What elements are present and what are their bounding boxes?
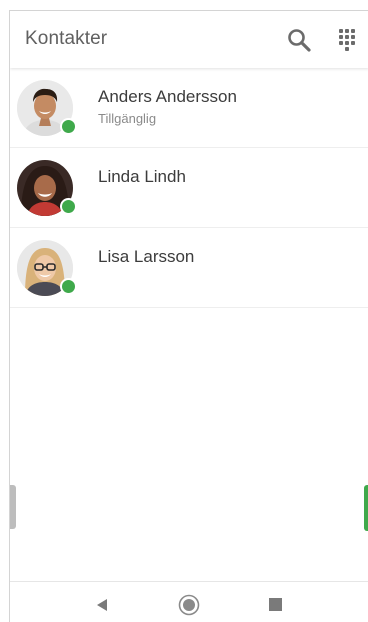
contact-name: Lisa Larsson: [98, 247, 195, 266]
dialpad-icon[interactable]: [335, 28, 359, 52]
contact-row-linda[interactable]: Linda Lindh: [10, 148, 368, 228]
right-edge-handle[interactable]: [364, 485, 368, 531]
online-status-dot: [60, 118, 77, 135]
screen: Kontakter Anders Andersson Tillgänglig L…: [0, 0, 368, 622]
recents-icon[interactable]: [268, 597, 283, 612]
back-icon[interactable]: [94, 597, 110, 613]
app-window: Kontakter Anders Andersson Tillgänglig L…: [9, 10, 368, 622]
contact-status: Tillgänglig: [98, 111, 157, 126]
system-navigation-bar: [10, 581, 368, 622]
left-edge-handle[interactable]: [10, 485, 16, 529]
online-status-dot: [60, 278, 77, 295]
online-status-dot: [60, 198, 77, 215]
contact-name: Anders Andersson: [98, 87, 237, 106]
contact-row-anders[interactable]: Anders Andersson Tillgänglig: [10, 68, 368, 148]
home-icon[interactable]: [178, 594, 200, 616]
app-header: Kontakter: [10, 11, 368, 68]
contact-list: Anders Andersson Tillgänglig Linda Lindh: [10, 68, 368, 308]
contact-row-lisa[interactable]: Lisa Larsson: [10, 228, 368, 308]
search-icon[interactable]: [286, 27, 312, 53]
contact-name: Linda Lindh: [98, 167, 186, 186]
page-title: Kontakter: [25, 28, 108, 49]
